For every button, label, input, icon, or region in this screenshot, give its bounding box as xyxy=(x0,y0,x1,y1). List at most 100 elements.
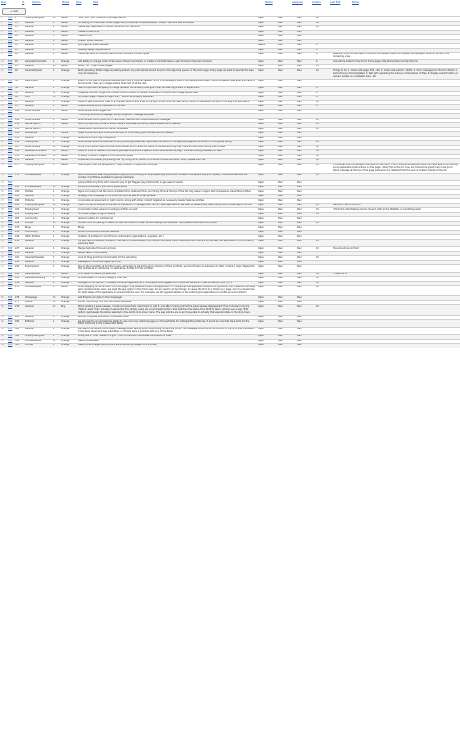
notes-cell: I composed the non-allowed countries for… xyxy=(332,162,460,174)
task-id: 290 xyxy=(14,319,24,328)
task-cell: we will need to incorporate the ability … xyxy=(77,319,257,328)
column-header-bar: Row Id Section Phase Type Task Status As… xyxy=(0,0,460,5)
edit-link[interactable]: Edit xyxy=(7,78,14,87)
header-last-edit[interactable]: Last Edit xyxy=(330,1,340,4)
edit-link[interactable]: Edit xyxy=(7,264,14,273)
header-assignee[interactable]: Assignee xyxy=(292,1,303,4)
status-cell: Open xyxy=(257,172,277,181)
creator-cell: Paul xyxy=(296,304,315,316)
row-number: 55 xyxy=(0,285,7,296)
edit-link[interactable]: Edit xyxy=(7,68,14,80)
task-cell: When applying for an account from this p… xyxy=(77,285,257,296)
edit-link[interactable]: Edit xyxy=(7,326,14,335)
status-cell: Open xyxy=(257,319,277,328)
header-type[interactable]: Type xyxy=(76,1,82,4)
task-id: 36 xyxy=(14,78,24,87)
status-cell: Open xyxy=(257,68,277,80)
section-cell: Employment xyxy=(24,264,52,273)
task-id: 301 xyxy=(14,326,24,335)
edit-link[interactable]: Edit xyxy=(7,285,14,296)
header-status[interactable]: Status xyxy=(265,1,273,4)
phase-cell: 1 xyxy=(52,51,60,60)
table-row: 32 Edit 179 Profiles/People 1 Change restrict … xyxy=(0,172,460,181)
header-phase[interactable]: Phase xyxy=(62,1,69,4)
phase-cell: 1 xyxy=(52,78,60,87)
type-cell: Change xyxy=(60,319,77,328)
add-new-button[interactable]: + Add xyxy=(2,8,26,15)
assignee-cell: Paul xyxy=(277,326,296,335)
task-id: 177 xyxy=(14,162,24,174)
type-cell: Change xyxy=(60,172,77,181)
assignee-cell: Paul xyxy=(277,304,296,316)
row-number: 61 xyxy=(0,326,7,335)
edit-link[interactable]: Edit xyxy=(7,238,14,247)
notes-cell: Things to do: 1. Check edit page: Edit -… xyxy=(332,68,460,80)
edit-link[interactable]: Edit xyxy=(7,162,14,174)
edit-link[interactable]: Edit xyxy=(7,172,14,181)
edit-link[interactable]: Edit xyxy=(7,304,14,316)
tasks-table: 1 Edit 1 Employment/Jobs 1c Defect "edit" and … xyxy=(0,16,460,348)
notes-cell xyxy=(332,304,460,316)
edit-link[interactable]: Edit xyxy=(7,51,14,60)
header-notes[interactable]: Notes xyxy=(352,1,359,4)
last-edit-cell xyxy=(315,343,332,348)
status-cell: Open xyxy=(257,238,277,247)
row-number: 31 xyxy=(0,162,7,174)
task-cell: Import of old jobs to imported features … xyxy=(77,78,257,87)
header-row[interactable]: Row xyxy=(1,1,6,4)
creator-cell: Paul xyxy=(296,343,315,348)
header-task[interactable]: Task xyxy=(93,1,98,4)
task-cell: We need to provide a confirmation messag… xyxy=(77,326,257,335)
phase-cell: 1 xyxy=(52,264,60,273)
last-edit-cell: 10 xyxy=(315,238,332,247)
type-cell: Defect xyxy=(60,285,77,296)
notes-cell xyxy=(332,172,460,181)
row-number: 64 xyxy=(0,343,7,348)
creator-cell: Paul xyxy=(296,319,315,328)
assignee-cell: Paul xyxy=(277,238,296,247)
type-cell: Defect xyxy=(60,162,77,174)
task-cell: fixed project over job template for 'fuz… xyxy=(77,162,257,174)
task-id: 273 xyxy=(14,285,24,296)
last-edit-cell xyxy=(315,264,332,273)
header-creator[interactable]: Creator xyxy=(312,1,321,4)
table-row: 9 Edit 24 General 1 Defect create set texts fo… xyxy=(0,51,460,60)
notes-cell xyxy=(332,319,460,328)
task-cell: Due to the popularity of Architect users… xyxy=(77,264,257,273)
section-cell: Profiles/People xyxy=(24,172,52,181)
last-edit-cell xyxy=(315,78,332,87)
section-cell: Editorial xyxy=(24,319,52,328)
last-edit-cell: 6 xyxy=(315,51,332,60)
task-id: 243 xyxy=(14,264,24,273)
table-row: 51 Edit 243 Employment 1 Change Due to the pop… xyxy=(0,264,460,273)
row-number: 32 xyxy=(0,172,7,181)
table-row: 13 Edit 36 Data Import 1 Change Import of old … xyxy=(0,78,460,87)
last-edit-cell xyxy=(315,326,332,335)
creator-cell: Paul xyxy=(296,285,315,296)
last-edit-cell: 10 xyxy=(315,304,332,316)
type-cell: Change xyxy=(60,78,77,87)
phase-cell: 1 xyxy=(52,343,60,348)
row-number: 13 xyxy=(0,78,7,87)
creator-cell: Paul xyxy=(296,51,315,60)
phase-cell: 1 xyxy=(52,162,60,174)
task-id: 179 xyxy=(14,172,24,181)
assignee-cell: Paul xyxy=(277,78,296,87)
status-cell: Open xyxy=(257,326,277,335)
header-section[interactable]: Section xyxy=(32,1,41,4)
last-edit-cell: 10 xyxy=(315,162,332,174)
status-cell: Open xyxy=(257,78,277,87)
table-row: 31 Edit 177 Employment/Jobs 1 Defect fixed pro… xyxy=(0,162,460,174)
assignee-cell: Paul xyxy=(277,51,296,60)
creator-cell: Paul xyxy=(296,326,315,335)
type-cell: Change xyxy=(60,238,77,247)
edit-link[interactable]: Edit xyxy=(7,343,14,348)
edit-link[interactable]: Edit xyxy=(7,319,14,328)
status-cell: Open xyxy=(257,343,277,348)
task-id: 40 xyxy=(14,68,24,80)
table-row: 61 Edit 301 General 1 Change We need to provid… xyxy=(0,326,460,335)
creator-cell: Paul xyxy=(296,264,315,273)
task-cell: Fix field fare a character limitation: t… xyxy=(77,238,257,247)
header-id[interactable]: Id xyxy=(22,1,24,4)
notes-cell xyxy=(332,343,460,348)
